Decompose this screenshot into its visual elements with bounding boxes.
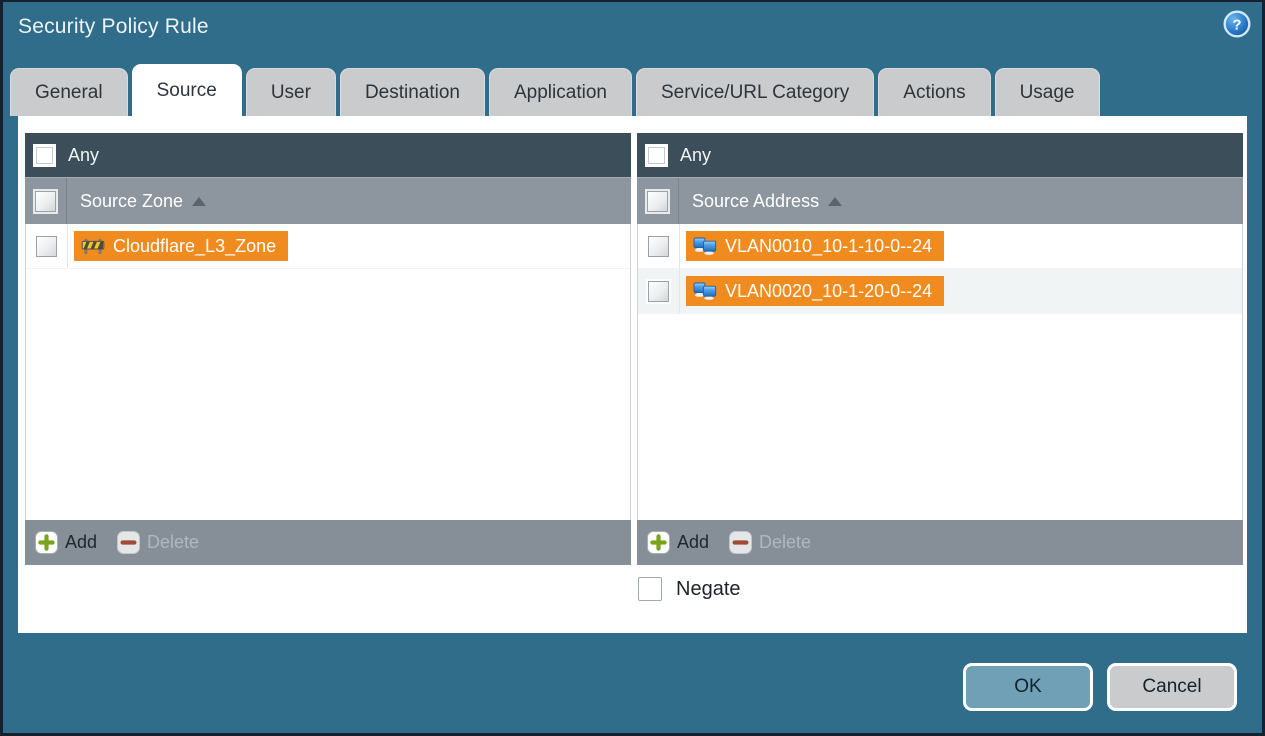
source-address-column-header[interactable]: Source Address	[637, 177, 1243, 224]
delete-label: Delete	[147, 532, 200, 552]
tab-usage[interactable]: Usage	[994, 68, 1100, 116]
help-icon[interactable]: ?	[1223, 10, 1251, 38]
cancel-button[interactable]: Cancel	[1107, 663, 1237, 711]
source-zone-any-checkbox[interactable]	[33, 143, 56, 167]
plus-icon	[35, 531, 58, 554]
add-label: Add	[65, 532, 98, 552]
source-address-list: VLAN0010_10-1-10-0--24 VLAN0020_10-1-20-…	[637, 224, 1243, 520]
negate-checkbox[interactable]	[638, 577, 662, 601]
minus-icon	[117, 531, 141, 554]
table-row: VLAN0010_10-1-10-0--24	[638, 224, 1242, 269]
tab-bar: General Source User Destination Applicat…	[10, 64, 1100, 116]
address-icon	[693, 237, 717, 255]
negate-label: Negate	[676, 577, 741, 600]
source-address-footer: Add Delete	[637, 520, 1243, 565]
row-checkbox-cell	[638, 224, 680, 268]
sort-ascending-icon	[828, 196, 843, 206]
source-zone-row-checkbox[interactable]	[36, 235, 57, 257]
source-zone-add-button[interactable]: Add	[35, 531, 97, 554]
dialog-title: Security Policy Rule	[18, 15, 209, 38]
source-zone-panel: Any Source Zone Cloudflare_L3_Zone Add D…	[25, 133, 631, 565]
source-zone-footer: Add Delete	[25, 520, 631, 565]
tab-destination[interactable]: Destination	[339, 68, 485, 116]
minus-icon	[729, 531, 753, 554]
table-row: VLAN0020_10-1-20-0--24	[638, 269, 1242, 314]
source-zone-column-header[interactable]: Source Zone	[25, 177, 631, 224]
source-zone-selectall-cell	[25, 178, 67, 224]
source-address-row2-checkbox[interactable]	[648, 280, 669, 302]
sort-ascending-icon	[192, 196, 207, 206]
source-address-panel: Any Source Address VLAN0010_10-1-10-0--2…	[637, 133, 1243, 565]
zone-icon	[81, 238, 105, 254]
negate-row: Negate	[638, 577, 741, 601]
source-address-delete-button[interactable]: Delete	[729, 531, 811, 554]
source-zone-delete-button[interactable]: Delete	[117, 531, 199, 554]
source-zone-selectall-checkbox[interactable]	[35, 190, 56, 212]
source-address-add-button[interactable]: Add	[647, 531, 709, 554]
source-address-object-label: VLAN0010_10-1-10-0--24	[725, 235, 933, 256]
table-row: Cloudflare_L3_Zone	[26, 224, 630, 269]
tab-user[interactable]: User	[245, 68, 336, 116]
source-zone-column-label: Source Zone	[80, 190, 184, 211]
plus-icon	[647, 531, 670, 554]
tab-application[interactable]: Application	[489, 68, 632, 116]
source-address-any-header: Any	[637, 133, 1243, 177]
source-zone-object-label: Cloudflare_L3_Zone	[113, 235, 277, 256]
source-address-selectall-cell	[637, 178, 679, 224]
row-checkbox-cell	[26, 224, 68, 268]
row-checkbox-cell	[638, 269, 680, 313]
source-address-row1-checkbox[interactable]	[648, 235, 669, 257]
source-address-column-label: Source Address	[692, 190, 820, 211]
tab-general[interactable]: General	[10, 68, 128, 116]
source-zone-any-header: Any	[25, 133, 631, 177]
source-address-object-label: VLAN0020_10-1-20-0--24	[725, 280, 933, 301]
security-policy-rule-dialog: Security Policy Rule ? General Source Us…	[3, 2, 1262, 733]
source-address-object[interactable]: VLAN0010_10-1-10-0--24	[686, 231, 945, 261]
source-zone-any-label: Any	[68, 144, 100, 165]
tab-actions[interactable]: Actions	[878, 68, 991, 116]
tab-service-url-category[interactable]: Service/URL Category	[635, 68, 875, 116]
source-tab-content: Any Source Zone Cloudflare_L3_Zone Add D…	[18, 116, 1247, 633]
tab-source[interactable]: Source	[131, 64, 242, 116]
ok-button[interactable]: OK	[963, 663, 1093, 711]
add-label: Add	[677, 532, 710, 552]
source-address-object[interactable]: VLAN0020_10-1-20-0--24	[686, 276, 945, 306]
source-zone-object[interactable]: Cloudflare_L3_Zone	[74, 231, 289, 261]
source-address-any-label: Any	[680, 144, 712, 165]
address-icon	[693, 282, 717, 300]
source-address-any-checkbox[interactable]	[645, 143, 668, 167]
delete-label: Delete	[759, 532, 812, 552]
svg-text:?: ?	[1232, 17, 1241, 34]
source-address-selectall-checkbox[interactable]	[647, 190, 668, 212]
source-zone-list: Cloudflare_L3_Zone	[25, 224, 631, 520]
